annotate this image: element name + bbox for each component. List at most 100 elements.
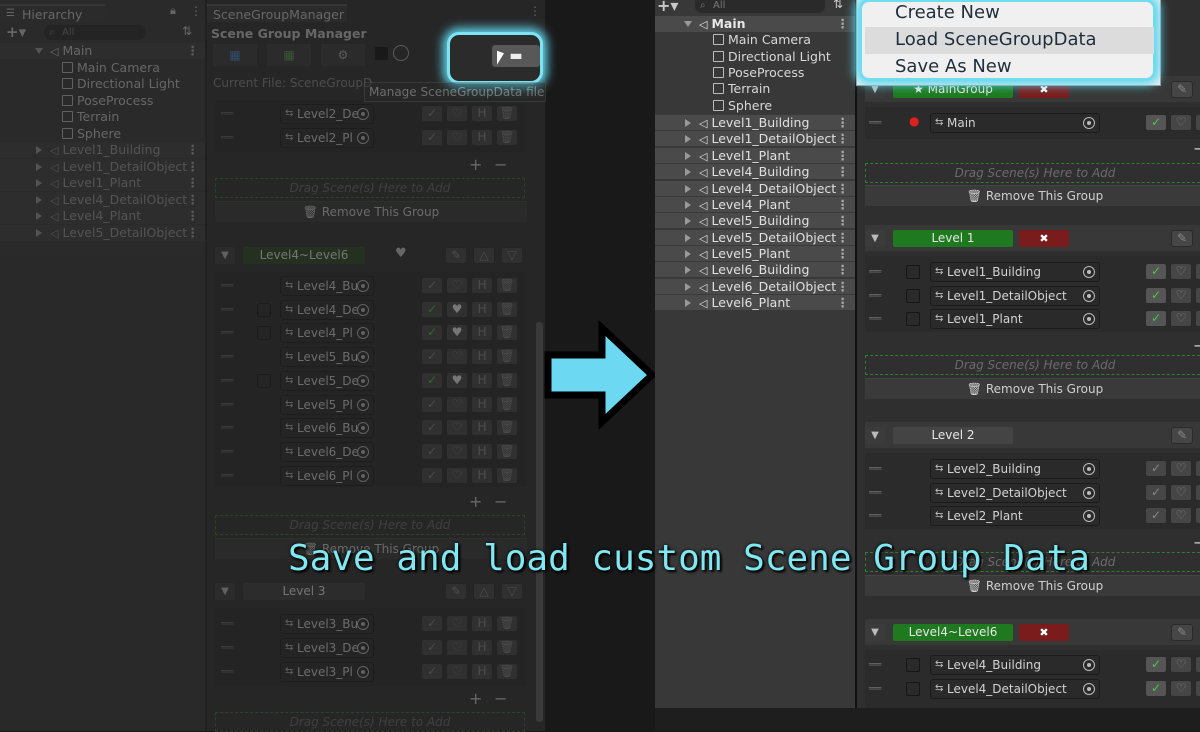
hierarchy-row-object[interactable]: Terrain — [0, 109, 119, 125]
add-scene-button[interactable]: + — [469, 689, 482, 708]
heart-icon[interactable]: ♥ — [395, 246, 407, 261]
expand-icon[interactable] — [685, 217, 691, 226]
fav-button[interactable]: ♡ — [446, 348, 468, 366]
load-button[interactable]: ✓ — [421, 639, 443, 656]
expand-icon[interactable] — [36, 228, 42, 237]
load-button[interactable]: ✓ — [1145, 679, 1167, 697]
scene-field[interactable]: ⇆ Level2_Plant — [930, 506, 1100, 526]
scene-field[interactable]: ⇆ Level1_Plant — [930, 309, 1100, 329]
kebab-icon[interactable]: ⋮ — [837, 262, 850, 278]
expand-icon[interactable] — [685, 151, 691, 160]
fav-button[interactable]: ♡ — [446, 277, 468, 294]
hier-button[interactable]: H — [471, 442, 493, 460]
fav-button[interactable]: ♥ — [446, 371, 468, 389]
add-scene-button[interactable]: + — [469, 492, 482, 511]
scene-checkbox[interactable] — [906, 288, 920, 303]
favorite-button[interactable]: ♡ — [1170, 114, 1192, 131]
drag-handle-icon[interactable]: ══ — [869, 486, 881, 499]
scene-checkbox[interactable] — [257, 326, 271, 341]
target-icon[interactable] — [357, 618, 369, 630]
favorite-button[interactable]: ♡ — [1170, 263, 1192, 280]
load-button[interactable]: ✓ — [421, 324, 443, 342]
target-icon[interactable] — [1083, 266, 1095, 278]
edit-group-button[interactable]: ✎ — [1171, 427, 1193, 444]
hierarchy-button[interactable]: H — [1195, 114, 1200, 131]
scene-field[interactable]: ⇆ Level5_Pl — [280, 394, 374, 415]
drag-handle-icon[interactable]: ══ — [869, 462, 881, 475]
add-scene-button[interactable]: + — [469, 155, 482, 174]
kebab-icon[interactable]: ⋮ — [837, 279, 850, 295]
drag-handle-icon[interactable]: ══ — [221, 131, 233, 144]
target-icon[interactable] — [357, 280, 369, 292]
expand-icon[interactable] — [685, 168, 691, 177]
target-icon[interactable] — [357, 642, 369, 654]
kebab-icon[interactable]: ⋮ — [187, 175, 200, 191]
load-button[interactable]: ✓ — [1145, 263, 1167, 280]
hier-button[interactable]: H — [471, 277, 493, 294]
kebab-icon[interactable]: ⋮ — [187, 142, 200, 158]
expand-icon[interactable] — [36, 195, 42, 204]
scene-field[interactable]: ⇆ Level4_Building — [930, 655, 1100, 675]
hierarchy-button[interactable]: H — [1195, 656, 1200, 673]
remove-group-button[interactable]: 🗑︎ Remove This Group — [865, 378, 1200, 399]
down-group-button[interactable]: ▽ — [501, 247, 523, 264]
hierarchy-row-scene[interactable]: ◁ Level6_Plant ⋮ — [655, 293, 855, 310]
sort-icon[interactable]: ⇅ — [833, 0, 843, 11]
drag-handle-icon[interactable]: ══ — [869, 265, 881, 278]
scene-field[interactable]: ⇆ Level3_Pl — [280, 662, 374, 682]
hierarchy-row-scene[interactable]: ◁ Level1_Plant ⋮ — [0, 175, 205, 191]
drag-drop-zone[interactable]: Drag Scene(s) Here to Add — [865, 355, 1200, 375]
drag-drop-zone[interactable]: Drag Scene(s) Here to Add — [215, 712, 525, 732]
scene-checkbox[interactable] — [257, 373, 271, 388]
scene-field[interactable]: ⇆ Level1_DetailObject — [930, 285, 1100, 306]
drag-handle-icon[interactable]: ══ — [221, 641, 233, 654]
scene-field[interactable]: ⇆ Level4_Pl — [280, 323, 374, 344]
hier-button[interactable]: H — [471, 395, 493, 413]
drag-drop-zone[interactable]: Drag Scene(s) Here to Add — [865, 163, 1200, 183]
drag-handle-icon[interactable]: ══ — [221, 279, 233, 292]
load-button[interactable]: ✓ — [421, 466, 443, 484]
hierarchy-button[interactable]: H — [1195, 507, 1200, 524]
kebab-icon[interactable]: ⋮ — [837, 213, 850, 229]
fav-button[interactable]: ♡ — [446, 466, 468, 484]
drag-handle-icon[interactable]: ══ — [869, 312, 881, 325]
hierarchy-button[interactable]: H — [1195, 263, 1200, 280]
drag-handle-icon[interactable]: ══ — [221, 665, 233, 678]
del-button[interactable]: 🗑︎ — [496, 663, 518, 680]
scene-field[interactable]: ⇆ Level6_Pl — [280, 465, 374, 486]
drag-handle-icon[interactable]: ══ — [221, 326, 233, 339]
scene-checkbox[interactable] — [906, 265, 920, 279]
hierarchy-row-object[interactable]: Sphere — [0, 126, 121, 142]
expand-icon[interactable] — [685, 249, 691, 258]
up-group-button[interactable]: △ — [473, 247, 495, 264]
fav-button[interactable]: ♡ — [446, 419, 468, 437]
hierarchy-row-object[interactable]: Terrain — [655, 81, 770, 97]
kebab-icon[interactable]: ⋮ — [190, 4, 202, 18]
hierarchy-row-object[interactable]: Main Camera — [655, 32, 811, 48]
kebab-icon[interactable]: ⋮ — [837, 197, 850, 213]
delete-group-button[interactable]: ✖ — [1019, 230, 1069, 247]
hierarchy-button[interactable]: H — [1195, 286, 1200, 304]
hierarchy-button[interactable]: H — [1195, 483, 1200, 501]
load-button[interactable]: ✓ — [1145, 656, 1167, 673]
hier-button[interactable]: H — [471, 348, 493, 366]
hierarchy-row-scene[interactable]: ◁ Level1_Building ⋮ — [655, 114, 855, 131]
expand-icon[interactable] — [36, 162, 42, 171]
kebab-icon[interactable]: ⋮ — [187, 225, 200, 241]
expand-icon[interactable] — [35, 48, 43, 54]
target-icon[interactable] — [357, 327, 369, 340]
load-button[interactable]: ✓ — [421, 371, 443, 389]
target-icon[interactable] — [357, 666, 369, 678]
expand-icon[interactable] — [36, 179, 42, 187]
fav-button[interactable]: ♡ — [446, 615, 468, 632]
drag-handle-icon[interactable]: ══ — [221, 303, 233, 316]
kebab-icon[interactable]: ⋮ — [187, 159, 200, 175]
hierarchy-button[interactable]: H — [1195, 460, 1200, 477]
expand-icon[interactable] — [685, 184, 691, 193]
hierarchy-row-scene[interactable]: ◁ Level6_DetailObject ⋮ — [655, 277, 855, 295]
favorite-button[interactable]: ♡ — [1170, 507, 1192, 524]
hierarchy-row-scene[interactable]: ◁ Level5_DetailObject ⋮ — [655, 228, 855, 245]
target-icon[interactable] — [1083, 463, 1095, 475]
scene-field[interactable]: ⇆ Level3_Bu — [280, 614, 374, 634]
hier-button[interactable]: H — [471, 466, 493, 484]
